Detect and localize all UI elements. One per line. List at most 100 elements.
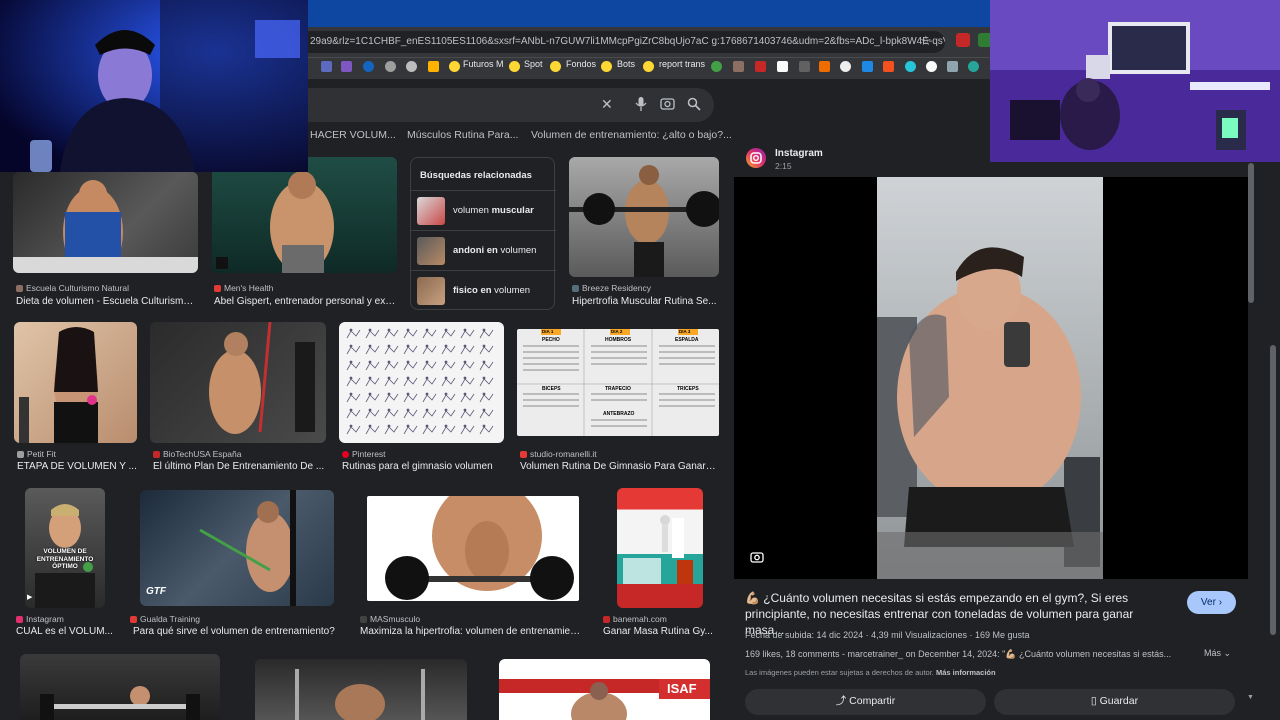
exercise-sketch xyxy=(346,329,361,339)
bookmark-icon[interactable] xyxy=(968,61,979,72)
result-source: Men's Health xyxy=(214,283,273,293)
bookmark-icon[interactable] xyxy=(341,61,352,72)
bookmark-icon[interactable] xyxy=(947,61,958,72)
extension-icon[interactable] xyxy=(956,33,970,47)
result-title[interactable]: Abel Gispert, entrenador personal y exp.… xyxy=(214,296,397,307)
result-image[interactable] xyxy=(150,322,326,443)
bookmark-icon[interactable] xyxy=(406,61,417,72)
result-title[interactable]: Volumen Rutina De Gimnasio Para Ganar ..… xyxy=(520,461,716,472)
bookmark-icon[interactable] xyxy=(926,61,937,72)
bookmark-report[interactable]: report trans xyxy=(659,59,705,69)
bookmark-icon[interactable] xyxy=(363,61,374,72)
related-item[interactable]: fisico en volumen xyxy=(411,270,556,310)
bookmark-icon[interactable] xyxy=(819,61,830,72)
exercise-sketch xyxy=(479,361,494,371)
result-source: BioTechUSA España xyxy=(153,449,241,459)
share-button[interactable]: ⤴ Compartir xyxy=(745,689,986,715)
more-button[interactable]: Más ⌄ xyxy=(1204,648,1231,659)
panel-site-name[interactable]: Instagram xyxy=(775,148,823,159)
chart-muscle-label: HOMBROS xyxy=(605,337,632,343)
result-title[interactable]: Rutinas para el gimnasio volumen xyxy=(342,461,504,472)
bookmark-icon[interactable] xyxy=(321,61,332,72)
bookmark-icon[interactable] xyxy=(711,61,722,72)
bookmark-icon[interactable] xyxy=(385,61,396,72)
result-title[interactable]: ETAPA DE VOLUMEN Y ... xyxy=(17,461,137,472)
result-title[interactable]: CUÁL es el VOLUM... xyxy=(16,626,116,637)
exercise-sketch xyxy=(460,361,475,371)
result-title[interactable]: Dieta de volumen - Escuela Culturismo ..… xyxy=(16,296,198,307)
bookmark-icon[interactable] xyxy=(840,61,851,72)
thumb-logo-text: ISAF xyxy=(667,681,697,696)
exercise-sketch-head xyxy=(387,376,391,380)
address-bar[interactable]: 29a9&rlz=1C1CHBF_enES1105ES1106&sxsrf=AN… xyxy=(200,31,945,53)
result-image[interactable]: ISAF xyxy=(499,659,710,720)
result-image[interactable] xyxy=(13,172,198,273)
result-image[interactable]: DIA 1 DIA 2 DIA 3 PECHO HOMBROS ESPALDA … xyxy=(517,329,719,436)
result-image[interactable] xyxy=(617,488,703,608)
more-info-link[interactable]: Más información xyxy=(936,668,996,677)
result-title[interactable]: Ganar Masa Rutina Gy... xyxy=(603,626,713,637)
related-item[interactable]: andoni en volumen xyxy=(411,230,556,270)
visit-button[interactable]: Ver › xyxy=(1187,591,1236,614)
bookmark-spot[interactable]: Spot xyxy=(524,59,543,69)
lens-search-icon[interactable] xyxy=(750,550,764,564)
exercise-sketch-head xyxy=(406,360,410,364)
exercise-sketch-head xyxy=(482,392,486,396)
exercise-sketch xyxy=(365,361,380,371)
exercise-sketch xyxy=(384,377,399,387)
bookmark-icon[interactable] xyxy=(550,61,561,72)
result-title[interactable]: El último Plan De Entrenamiento De ... xyxy=(153,461,326,472)
result-image[interactable] xyxy=(255,659,467,720)
save-button[interactable]: ▯ Guardar xyxy=(994,689,1235,715)
bookmark-icon[interactable] xyxy=(777,61,788,72)
result-image[interactable]: GTF xyxy=(140,490,334,606)
exercise-sketch-head xyxy=(425,344,429,348)
bookmark-icon[interactable] xyxy=(643,61,654,72)
bookmark-icon[interactable] xyxy=(733,61,744,72)
bookmark-icon[interactable] xyxy=(905,61,916,72)
result-image[interactable]: VOLUMEN DE ENTRENAMIENTO ÓPTIMO ▶ xyxy=(25,488,105,608)
search-icon[interactable] xyxy=(687,97,701,111)
result-image[interactable] xyxy=(212,157,397,273)
bookmark-fondos[interactable]: Fondos xyxy=(566,59,596,69)
bookmark-icon[interactable] xyxy=(509,61,520,72)
bookmark-icon[interactable] xyxy=(799,61,810,72)
bookmark-icon[interactable] xyxy=(428,61,439,72)
chip-hacer-volumen[interactable]: HACER VOLUM... xyxy=(310,129,396,141)
exercise-sketch xyxy=(365,345,380,355)
result-image[interactable] xyxy=(20,654,220,720)
exercise-sketch xyxy=(422,409,437,419)
bookmark-icon[interactable] xyxy=(883,61,894,72)
panel-scrollbar[interactable] xyxy=(1248,163,1254,303)
exercise-sketch xyxy=(403,345,418,355)
exercise-sketch-head xyxy=(406,344,410,348)
result-title[interactable]: Para qué sirve el volumen de entrenamien… xyxy=(133,626,343,637)
bookmark-icon[interactable] xyxy=(862,61,873,72)
exercise-sketch-head xyxy=(406,328,410,332)
result-image[interactable] xyxy=(14,322,137,443)
preview-video[interactable] xyxy=(734,177,1248,579)
bookmark-icon[interactable] xyxy=(449,61,460,72)
result-image[interactable] xyxy=(367,496,579,601)
exercise-sketch xyxy=(403,409,418,419)
scroll-down-icon[interactable]: ▼ xyxy=(1247,694,1254,701)
chip-volumen-entrenamiento[interactable]: Volumen de entrenamiento: ¿alto o bajo?.… xyxy=(531,129,732,141)
bookmark-icon[interactable] xyxy=(601,61,612,72)
lens-icon[interactable] xyxy=(660,96,675,111)
chip-musculos-rutina[interactable]: Músculos Rutina Para... xyxy=(407,129,518,141)
clear-icon[interactable]: ✕ xyxy=(601,96,613,113)
bookmark-bots[interactable]: Bots xyxy=(617,59,635,69)
result-title[interactable]: Maximiza la hipertrofia: volumen de entr… xyxy=(360,626,582,637)
result-image[interactable] xyxy=(339,322,504,443)
result-image[interactable] xyxy=(569,157,719,277)
exercise-sketch xyxy=(365,377,380,387)
bookmark-star-icon[interactable]: ☆ xyxy=(920,33,932,49)
related-item[interactable]: volumen muscular xyxy=(411,190,556,230)
mic-icon[interactable] xyxy=(634,96,648,112)
bookmark-futuros[interactable]: Futuros M xyxy=(463,59,504,69)
bookmark-icon[interactable] xyxy=(755,61,766,72)
related-label: volumen muscular xyxy=(453,205,534,216)
page-scrollbar[interactable] xyxy=(1270,345,1276,635)
result-source: Instagram xyxy=(16,614,64,624)
result-title[interactable]: Hipertrofia Muscular Rutina Se... xyxy=(572,296,717,307)
